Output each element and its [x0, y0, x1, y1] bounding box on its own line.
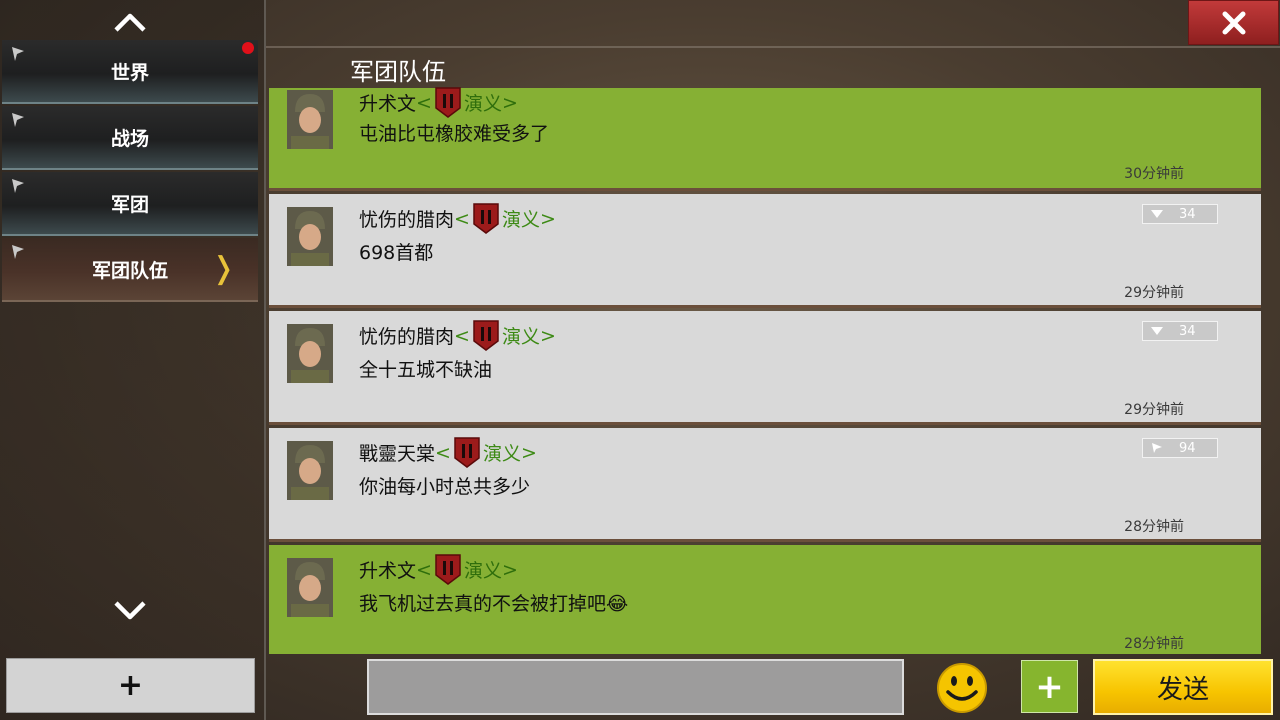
close-icon [1222, 11, 1245, 34]
rank-value: 34 [1179, 323, 1196, 339]
message-text: 屯油比屯橡胶难受多了 [359, 123, 550, 145]
rank-value: 94 [1179, 440, 1196, 456]
guild-name[interactable]: 演义 [502, 322, 540, 349]
guild-open: < [416, 558, 432, 581]
chevron-right-icon: ❭ [210, 251, 236, 286]
rank-down-icon [1151, 327, 1163, 335]
avatar[interactable] [287, 207, 333, 266]
chat-message: 戰靈天棠 < 演义 > 94 你油每小时总共多少 28分钟前 [269, 428, 1261, 542]
message-time: 28分钟前 [1124, 636, 1184, 652]
rank-badge: 94 [1142, 438, 1218, 458]
attach-plus-button[interactable]: + [1021, 660, 1078, 713]
message-time: 28分钟前 [1124, 519, 1184, 535]
scroll-up-icon[interactable] [110, 9, 150, 35]
page-title: 军团队伍 [350, 58, 446, 86]
guild-name[interactable]: 演义 [502, 205, 540, 232]
message-header: 忧伤的腊肉 < 演义 > [359, 202, 556, 235]
chat-message: 升术文 < 演义 > 我飞机过去真的不会被打掉吧😂 28分钟前 [269, 545, 1261, 654]
chat-message: 忧伤的腊肉 < 演义 > 34 698首都 29分钟前 [269, 194, 1261, 308]
message-text: 全十五城不缺油 [359, 359, 493, 381]
guild-name[interactable]: 演义 [483, 439, 521, 466]
guild-name[interactable]: 演义 [464, 556, 502, 583]
emoji-button[interactable] [936, 662, 988, 714]
author-name[interactable]: 升术文 [359, 556, 416, 583]
author-name[interactable]: 忧伤的腊肉 [359, 322, 454, 349]
guild-close: > [520, 441, 537, 464]
rank-badge: 34 [1142, 204, 1218, 224]
avatar[interactable] [287, 324, 333, 383]
scroll-down-icon[interactable] [110, 598, 150, 624]
laughing-emoji-icon: 😂 [606, 593, 629, 615]
add-channel-button[interactable]: + [6, 658, 255, 713]
message-header: 升术文 < 演义 > [359, 553, 518, 586]
guild-open: < [435, 441, 451, 464]
notification-dot [242, 42, 254, 54]
avatar[interactable] [287, 90, 333, 149]
guild-emblem-icon [435, 554, 461, 585]
avatar[interactable] [287, 558, 333, 617]
message-text: 我飞机过去真的不会被打掉吧😂 [359, 589, 628, 616]
send-button[interactable]: 发送 [1093, 659, 1273, 715]
message-header: 升术文 < 演义 > [359, 86, 518, 119]
flag-icon [12, 113, 24, 127]
message-text: 698首都 [359, 242, 434, 264]
guild-emblem-icon [473, 203, 499, 234]
guild-name[interactable]: 演义 [464, 89, 502, 116]
guild-close: > [501, 91, 518, 114]
guild-open: < [416, 91, 432, 114]
message-header: 忧伤的腊肉 < 演义 > [359, 319, 556, 352]
header-divider [266, 46, 1280, 48]
sidebar-item-label: 世界 [110, 61, 149, 84]
rank-value: 34 [1179, 206, 1196, 222]
sidebar-item-legion-team[interactable]: 军团队伍 ❭ [2, 238, 258, 302]
author-name[interactable]: 忧伤的腊肉 [359, 205, 454, 232]
message-time: 29分钟前 [1124, 285, 1184, 301]
close-button[interactable] [1188, 0, 1279, 45]
flag-icon [12, 47, 24, 61]
guild-open: < [454, 207, 470, 230]
guild-emblem-icon [473, 320, 499, 351]
flag-icon [12, 179, 24, 193]
guild-open: < [454, 324, 470, 347]
channel-sidebar: 世界 战场 军团 军团队伍 ❭ + [0, 0, 266, 720]
author-name[interactable]: 升术文 [359, 89, 416, 116]
smiley-icon [937, 663, 987, 713]
sidebar-item-battlefield[interactable]: 战场 [2, 106, 258, 170]
message-time: 29分钟前 [1124, 402, 1184, 418]
sidebar-item-label: 军团队伍 [91, 259, 168, 282]
rank-down-icon [1151, 210, 1163, 218]
chat-input[interactable] [367, 659, 904, 715]
guild-emblem-icon [454, 437, 480, 468]
message-text: 你油每小时总共多少 [359, 476, 531, 498]
chat-message: 升术文 < 演义 > 屯油比屯橡胶难受多了 30分钟前 [269, 86, 1261, 191]
message-header: 戰靈天棠 < 演义 > [359, 436, 537, 469]
rank-badge: 34 [1142, 321, 1218, 341]
sidebar-item-label: 军团 [110, 193, 149, 216]
avatar[interactable] [287, 441, 333, 500]
message-time: 30分钟前 [1124, 166, 1184, 182]
author-name[interactable]: 戰靈天棠 [359, 439, 435, 466]
rank-flag-icon [1152, 443, 1162, 453]
guild-close: > [539, 324, 556, 347]
guild-emblem-icon [435, 87, 461, 118]
flag-icon [12, 245, 24, 259]
sidebar-item-world[interactable]: 世界 [2, 40, 258, 104]
message-text-body: 我飞机过去真的不会被打掉吧 [359, 593, 607, 615]
sidebar-item-legion[interactable]: 军团 [2, 172, 258, 236]
guild-close: > [539, 207, 556, 230]
sidebar-item-label: 战场 [110, 127, 149, 150]
chat-message: 忧伤的腊肉 < 演义 > 34 全十五城不缺油 29分钟前 [269, 311, 1261, 425]
guild-close: > [501, 558, 518, 581]
